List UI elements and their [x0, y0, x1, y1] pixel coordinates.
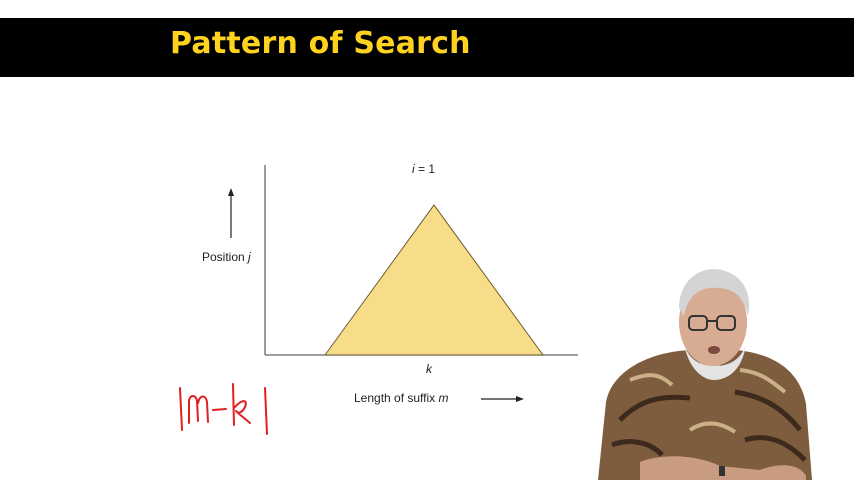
y-axis-label-variable: j: [248, 250, 251, 264]
y-axis-label: Position j: [202, 250, 251, 264]
handwritten-annotation: [179, 383, 268, 435]
slide-canvas: [179, 165, 812, 480]
triangle-region: [324, 204, 544, 356]
y-axis-label-text: Position: [202, 250, 249, 264]
iteration-value: = 1: [414, 162, 436, 176]
presenter-video: [598, 269, 812, 480]
iteration-label: i = 1: [412, 162, 435, 176]
x-arrow-icon: [481, 396, 524, 402]
x-axis-label-variable: m: [438, 391, 449, 405]
x-axis-label-text: Length of suffix: [354, 391, 439, 405]
y-arrow-icon: [228, 188, 234, 238]
x-axis-label: Length of suffix m: [354, 391, 449, 405]
x-tick-label: k: [426, 362, 432, 376]
